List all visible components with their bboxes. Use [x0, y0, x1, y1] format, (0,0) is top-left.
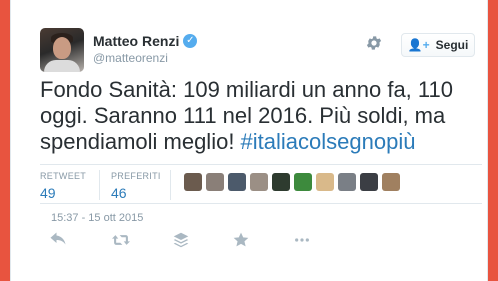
star-icon[interactable] [232, 232, 250, 248]
likers-avatars [184, 173, 400, 191]
follow-button-label: Segui [435, 38, 469, 52]
liker-avatar[interactable] [206, 173, 224, 191]
stat-divider [170, 170, 171, 200]
liker-avatar[interactable] [272, 173, 290, 191]
more-icon[interactable] [293, 232, 311, 248]
favorites-count[interactable]: 46 [111, 185, 161, 201]
liker-avatar[interactable] [316, 173, 334, 191]
retweet-icon[interactable] [112, 232, 130, 248]
add-user-icon: 👤+ [407, 38, 430, 52]
reply-icon[interactable] [49, 232, 67, 248]
retweet-count[interactable]: 49 [40, 185, 86, 201]
stack-icon[interactable] [172, 232, 190, 248]
liker-avatar[interactable] [382, 173, 400, 191]
tweet-card: Matteo Renzi ✓ @matteorenzi 👤+ Segui Fon… [10, 0, 488, 281]
author-handle[interactable]: @matteorenzi [93, 51, 168, 65]
divider [40, 203, 482, 204]
tweet-text: Fondo Sanità: 109 miliardi un anno fa, 1… [40, 77, 480, 155]
avatar-face [53, 37, 71, 59]
stat-divider [99, 170, 100, 200]
retweet-stat[interactable]: RETWEET 49 [40, 171, 86, 201]
liker-avatar[interactable] [184, 173, 202, 191]
timestamp[interactable]: 15:37 - 15 ott 2015 [51, 212, 143, 224]
follow-button[interactable]: 👤+ Segui [401, 33, 475, 57]
avatar[interactable] [40, 28, 84, 72]
liker-avatar[interactable] [338, 173, 356, 191]
liker-avatar[interactable] [228, 173, 246, 191]
retweet-label: RETWEET [40, 171, 87, 181]
verified-badge-icon: ✓ [183, 34, 198, 48]
favorites-stat[interactable]: PREFERITI 46 [111, 171, 161, 201]
divider [40, 164, 482, 165]
hashtag-link[interactable]: #italiacolsegnopiù [241, 129, 416, 154]
gear-icon[interactable] [365, 34, 383, 52]
author-name-row[interactable]: Matteo Renzi ✓ [93, 33, 198, 49]
author-name[interactable]: Matteo Renzi [93, 33, 179, 49]
liker-avatar[interactable] [250, 173, 268, 191]
liker-avatar[interactable] [360, 173, 378, 191]
avatar-shirt [44, 60, 80, 72]
favorites-label: PREFERITI [111, 171, 161, 181]
liker-avatar[interactable] [294, 173, 312, 191]
